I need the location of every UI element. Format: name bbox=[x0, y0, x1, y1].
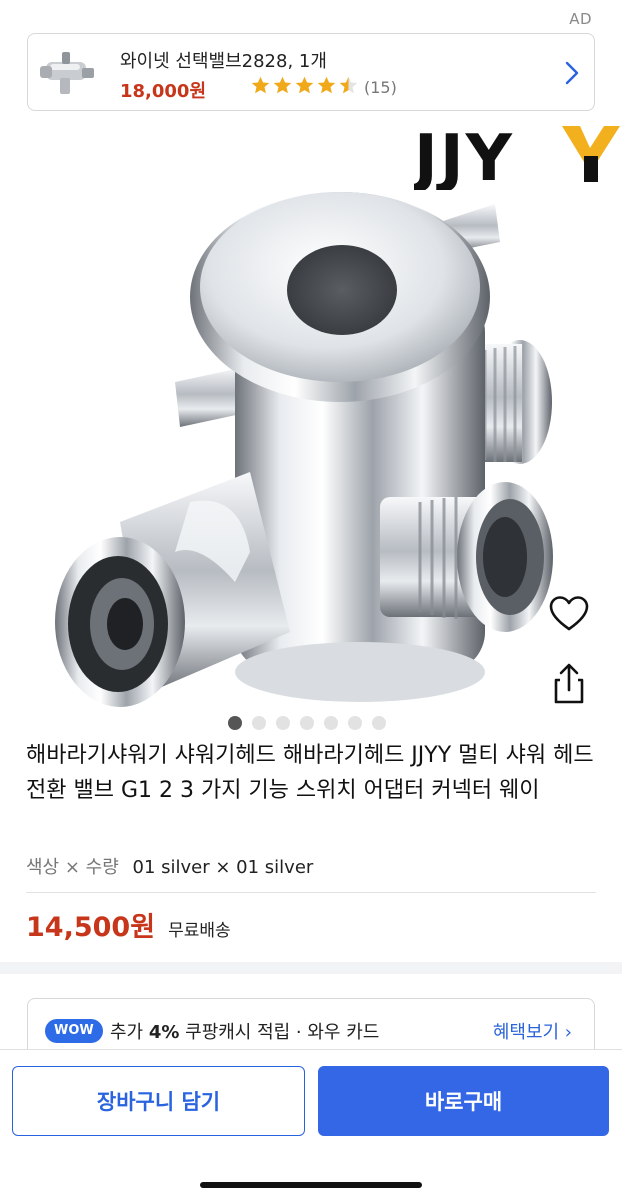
ad-review-count: (15) bbox=[364, 78, 397, 97]
star-icon bbox=[273, 76, 292, 94]
chevron-right-icon[interactable] bbox=[564, 60, 580, 86]
wow-badge: WOW bbox=[45, 1019, 103, 1043]
price-row: 14,500원 무료배송 bbox=[26, 905, 231, 944]
wow-cashback-percent: 4% bbox=[148, 1022, 180, 1043]
image-pagination[interactable] bbox=[228, 716, 386, 730]
selected-option[interactable]: 색상 × 수량 01 silver × 01 silver bbox=[26, 853, 313, 879]
pagination-dot[interactable] bbox=[372, 716, 386, 730]
wow-text-prefix: 추가 bbox=[110, 1022, 149, 1043]
shipping-info: 무료배송 bbox=[168, 921, 231, 941]
pagination-dot-active[interactable] bbox=[228, 716, 242, 730]
half-star-icon bbox=[339, 76, 358, 94]
ad-label: AD bbox=[569, 10, 592, 28]
product-price: 14,500원 bbox=[26, 912, 156, 943]
wow-benefit-text: 추가 4% 쿠팡캐시 적립 · 와우 카드 bbox=[110, 1018, 379, 1044]
view-benefits-link[interactable]: 혜택보기 › bbox=[493, 1018, 572, 1044]
star-icon bbox=[251, 76, 270, 94]
sponsored-product-card[interactable]: 와이넷 선택밸브2828, 1개 18,000원 (15) bbox=[27, 33, 595, 111]
add-to-cart-button[interactable]: 장바구니 담기 bbox=[12, 1066, 305, 1136]
ad-price: 18,000원 bbox=[120, 81, 207, 102]
product-image[interactable] bbox=[0, 112, 622, 712]
home-indicator bbox=[200, 1182, 422, 1188]
pagination-dot[interactable] bbox=[300, 716, 314, 730]
star-icon bbox=[317, 76, 336, 94]
star-icon bbox=[295, 76, 314, 94]
pagination-dot[interactable] bbox=[276, 716, 290, 730]
wow-text-suffix: 쿠팡캐시 적립 · 와우 카드 bbox=[179, 1022, 380, 1043]
buy-now-button[interactable]: 바로구매 bbox=[318, 1066, 609, 1136]
heart-icon[interactable] bbox=[548, 593, 590, 635]
section-separator bbox=[0, 962, 622, 974]
option-value: 01 silver × 01 silver bbox=[132, 857, 314, 878]
option-label: 색상 × 수량 bbox=[26, 857, 119, 878]
ad-rating-stars bbox=[250, 75, 359, 96]
share-icon[interactable] bbox=[548, 662, 590, 706]
ad-title: 와이넷 선택밸브2828, 1개 bbox=[120, 51, 327, 72]
divider bbox=[26, 892, 596, 893]
brand-logo: JJY bbox=[414, 122, 620, 190]
pagination-dot[interactable] bbox=[252, 716, 266, 730]
product-title: 해바라기샤워기 샤워기헤드 해바라기헤드 JJYY 멀티 샤워 헤드 전환 밸브… bbox=[26, 743, 594, 803]
svg-text:JJY: JJY bbox=[414, 122, 514, 190]
pagination-dot[interactable] bbox=[348, 716, 362, 730]
ad-product-thumbnail bbox=[40, 52, 94, 94]
pagination-dot[interactable] bbox=[324, 716, 338, 730]
bottom-action-bar: 장바구니 담기 바로구매 bbox=[0, 1049, 622, 1200]
